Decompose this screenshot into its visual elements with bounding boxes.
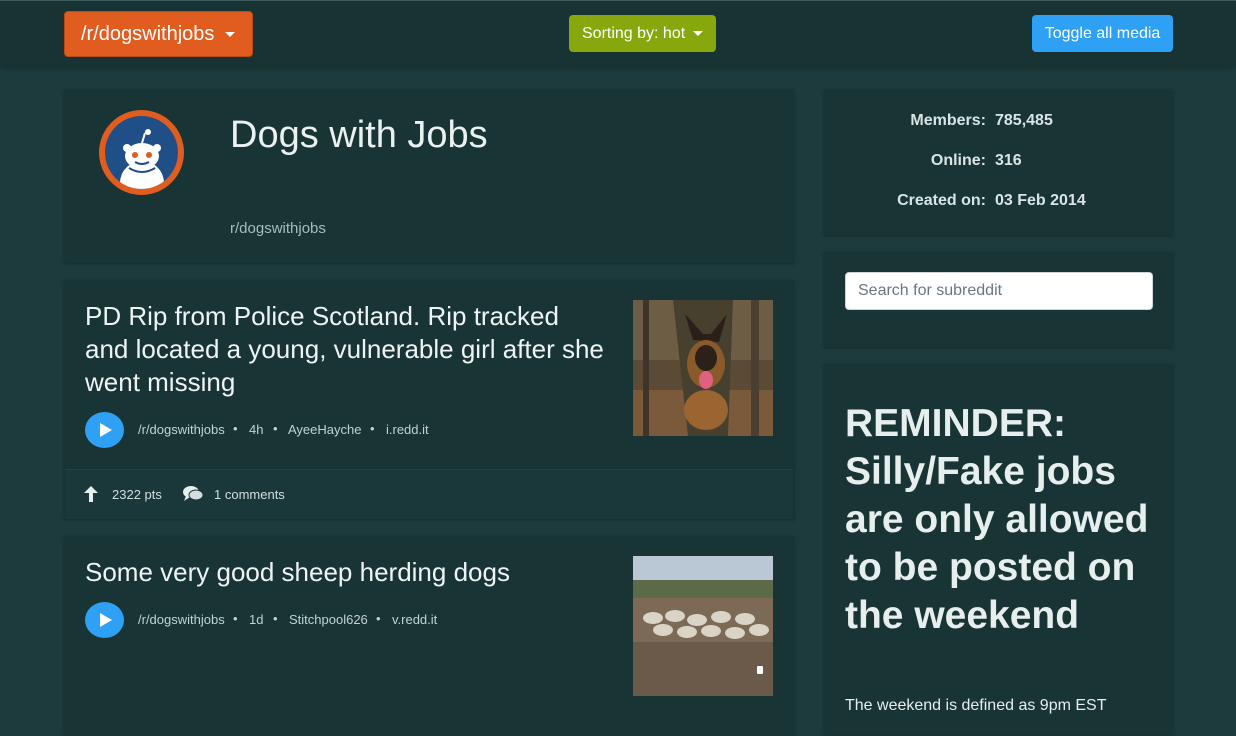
members-label: Members: [910,112,986,129]
post-author-link[interactable]: Stitchpool626 [289,612,368,627]
created-stat: Created on: 03 Feb 2014 [825,190,1173,212]
members-value: 785,485 [995,112,1053,129]
meta-separator: • [233,421,238,436]
online-label: Online: [930,152,986,169]
chevron-down-icon [225,32,235,37]
post-thumbnail[interactable] [633,556,773,696]
play-media-button[interactable] [85,602,124,638]
meta-separator: • [273,421,278,436]
post-thumbnail[interactable] [633,300,773,436]
upvote-icon[interactable] [84,486,98,502]
post-age: 1d [249,612,264,627]
subreddit-name[interactable]: r/dogswithjobs [230,220,326,237]
top-navbar: /r/dogswithjobs Sorting by: hot Toggle a… [0,0,1236,66]
subreddit-title: Dogs with Jobs [230,114,488,156]
post-comments-link[interactable]: 1 comments [214,487,285,502]
online-value: 316 [995,152,1022,169]
meta-separator: • [273,611,278,626]
play-media-button[interactable] [85,412,124,448]
post-subreddit-link[interactable]: /r/dogswithjobs [138,612,225,627]
post-author-link[interactable]: AyeeHayche [288,422,361,437]
subreddit-dropdown-button[interactable]: /r/dogswithjobs [64,11,253,57]
post-points: 2322 pts [112,487,162,502]
reminder-text: The weekend is defined as 9pm EST [845,697,1107,714]
reddit-alien-icon [105,116,178,189]
toggle-all-media-button[interactable]: Toggle all media [1032,15,1173,52]
meta-separator: • [233,611,238,626]
post-domain-link[interactable]: i.redd.it [386,422,429,437]
play-icon [100,423,112,437]
created-value: 03 Feb 2014 [995,192,1086,209]
post-title[interactable]: PD Rip from Police Scotland. Rip tracked… [85,300,605,399]
subreddit-dropdown-label: /r/dogswithjobs [81,22,215,45]
sort-dropdown-label: Sorting by: hot [582,24,686,42]
meta-separator: • [370,421,375,436]
online-stat: Online: 316 [825,150,1173,172]
reminder-heading: REMINDER: Silly/Fake jobs are only allow… [845,402,1149,637]
post-footer [65,469,793,519]
sort-dropdown-button[interactable]: Sorting by: hot [569,15,716,52]
subreddit-avatar [99,110,184,195]
members-stat: Members: 785,485 [825,110,1173,132]
post-subreddit-link[interactable]: /r/dogswithjobs [138,422,225,437]
meta-separator: • [376,611,381,626]
post-domain-link[interactable]: v.redd.it [392,612,437,627]
subreddit-search-input[interactable] [845,272,1153,310]
created-label: Created on: [897,192,986,209]
play-icon [100,613,112,627]
comments-icon[interactable] [183,486,204,502]
post-title[interactable]: Some very good sheep herding dogs [85,556,605,589]
post-age: 4h [249,422,264,437]
chevron-down-icon [693,31,703,36]
